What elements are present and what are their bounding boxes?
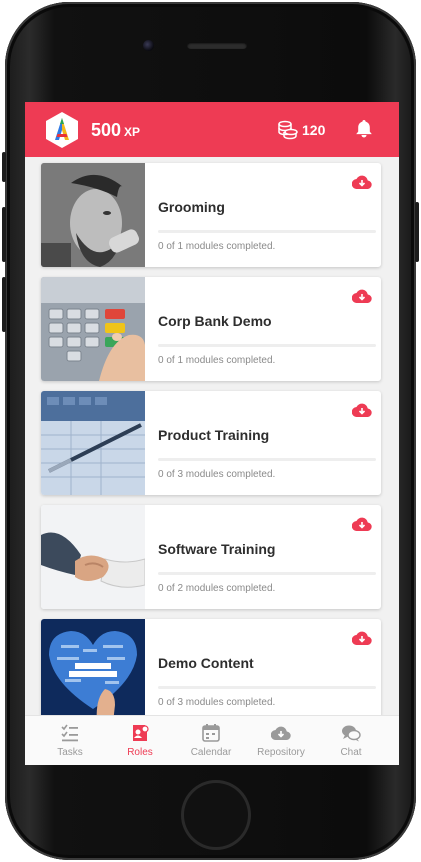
nav-tab-repository[interactable]: Repository xyxy=(244,716,318,765)
chat-bubbles-icon xyxy=(342,725,361,742)
barber-grooming-photo xyxy=(41,163,145,267)
app-logo-icon[interactable] xyxy=(43,111,81,149)
nav-tab-chat[interactable]: Chat xyxy=(314,716,388,765)
module-title: Demo Content xyxy=(158,655,254,671)
module-card-corp-bank-demo[interactable]: Corp Bank Demo 0 of 1 modules completed. xyxy=(41,277,381,381)
nav-label-calendar: Calendar xyxy=(190,747,232,758)
xp-value: 500 xyxy=(91,120,122,140)
nav-label-tasks: Tasks xyxy=(57,747,83,758)
calculator-pen-photo xyxy=(41,391,145,495)
nav-label-chat: Chat xyxy=(340,747,362,758)
module-progress-bar xyxy=(158,344,376,347)
cloud-download-icon xyxy=(271,726,291,741)
nav-tab-tasks[interactable]: Tasks xyxy=(33,716,107,765)
earpiece-speaker xyxy=(187,42,247,49)
module-progress-bar xyxy=(158,572,376,575)
roles-list: Grooming 0 of 1 modules completed. Corp … xyxy=(25,157,399,715)
module-status: 0 of 1 modules completed. xyxy=(158,355,276,366)
module-status: 0 of 3 modules completed. xyxy=(158,697,276,708)
module-title: Software Training xyxy=(158,541,276,557)
cloud-download-icon[interactable] xyxy=(352,631,372,645)
app-screen: 500 XP 120 Grooming 0 of 1 modules compl… xyxy=(25,102,399,765)
module-status: 0 of 2 modules completed. xyxy=(158,583,276,594)
roles-badge-icon xyxy=(133,725,149,741)
power-button xyxy=(415,202,419,262)
checklist-icon xyxy=(61,724,78,742)
module-title: Grooming xyxy=(158,199,225,215)
module-title: Corp Bank Demo xyxy=(158,313,272,329)
handshake-photo xyxy=(41,505,145,609)
bottom-navigation: Tasks Roles Calendar Repository Chat xyxy=(25,715,399,765)
nav-label-repository: Repository xyxy=(257,747,305,758)
cloud-download-icon[interactable] xyxy=(352,517,372,531)
module-progress-bar xyxy=(158,686,376,689)
home-button[interactable] xyxy=(181,780,251,850)
xp-unit: XP xyxy=(124,125,141,139)
module-card-software-training[interactable]: Software Training 0 of 2 modules complet… xyxy=(41,505,381,609)
cloud-download-icon[interactable] xyxy=(352,403,372,417)
nav-label-roles: Roles xyxy=(127,747,153,758)
volume-down-button xyxy=(2,277,6,332)
module-card-demo-content[interactable]: Demo Content 0 of 3 modules completed. xyxy=(41,619,381,715)
xp-display: 500 XP xyxy=(91,120,140,141)
module-card-product-training[interactable]: Product Training 0 of 3 modules complete… xyxy=(41,391,381,495)
calendar-icon xyxy=(202,724,220,742)
module-title: Product Training xyxy=(158,427,270,443)
coins-stack-icon xyxy=(278,120,298,140)
module-progress-bar xyxy=(158,458,376,461)
top-bar: 500 XP 120 xyxy=(25,102,399,157)
cloud-download-icon[interactable] xyxy=(352,175,372,189)
cloud-download-icon[interactable] xyxy=(352,289,372,303)
module-status: 0 of 3 modules completed. xyxy=(158,469,276,480)
front-camera xyxy=(143,40,154,51)
module-card-grooming[interactable]: Grooming 0 of 1 modules completed. xyxy=(41,163,381,267)
coin-count: 120 xyxy=(302,122,326,138)
nav-tab-calendar[interactable]: Calendar xyxy=(174,716,248,765)
atm-keypad-photo xyxy=(41,277,145,381)
module-status: 0 of 1 modules completed. xyxy=(158,241,276,252)
bell-icon[interactable] xyxy=(355,119,373,139)
module-progress-bar xyxy=(158,230,376,233)
nav-tab-roles[interactable]: Roles xyxy=(103,716,177,765)
mute-switch xyxy=(2,152,6,182)
volume-up-button xyxy=(2,207,6,262)
life-insurance-heart-photo xyxy=(41,619,145,715)
